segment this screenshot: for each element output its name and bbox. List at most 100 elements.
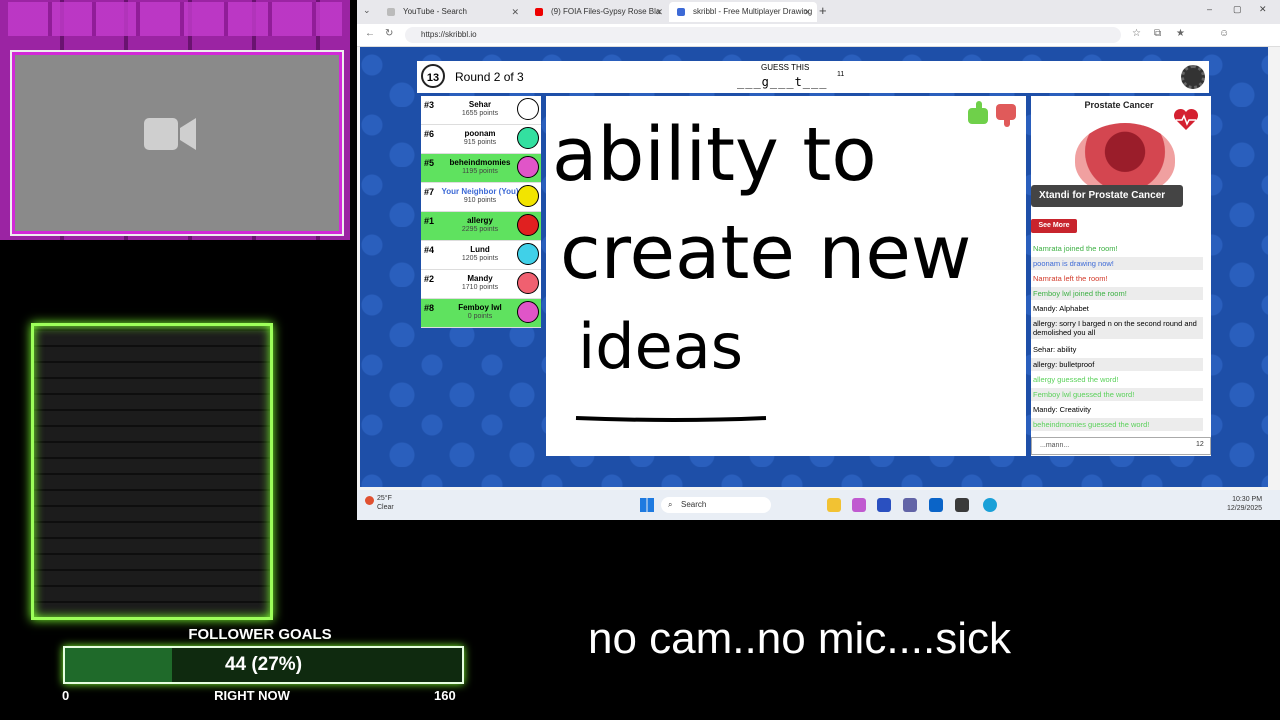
minimize-icon[interactable]: – <box>1207 4 1212 14</box>
heart-icon <box>1173 108 1199 130</box>
profile-icon[interactable]: ☺ <box>1219 28 1229 39</box>
player-points: 1195 points <box>462 168 498 175</box>
chat-input[interactable]: ...mann... <box>1031 437 1211 455</box>
close-window-icon[interactable]: ✕ <box>1259 4 1267 15</box>
player-name: Your Neighbor (You) <box>441 187 519 196</box>
goal-max: 160 <box>434 688 456 703</box>
favorites-icon[interactable]: ★ <box>1176 28 1185 39</box>
round-indicator: Round 2 of 3 <box>455 70 524 84</box>
player-row[interactable]: #3 Sehar 1655 points <box>421 96 541 125</box>
file-explorer-icon[interactable] <box>827 498 841 512</box>
player-points: 1205 points <box>461 255 499 262</box>
windows-start-icon[interactable] <box>640 498 654 512</box>
player-avatar <box>517 185 539 207</box>
chat-message: Namrata left the room! <box>1033 274 1108 283</box>
player-points: 915 points <box>463 139 497 146</box>
drawn-line-2: create new <box>560 210 971 296</box>
new-tab-icon[interactable]: + <box>819 3 827 18</box>
chat-message: Sehar: ability <box>1033 345 1077 354</box>
outlook-icon[interactable] <box>929 498 943 512</box>
player-avatar <box>517 127 539 149</box>
teams-icon[interactable] <box>903 498 917 512</box>
player-row[interactable]: #6 poonam 915 points <box>421 125 541 154</box>
taskbar-clock[interactable]: 10:30 PM 12/29/2025 <box>1227 495 1262 513</box>
thumbs-down-icon[interactable] <box>996 104 1016 127</box>
word-hint: ___g___t___ <box>737 75 828 89</box>
player-points: 910 points <box>463 197 497 204</box>
address-bar: ← ↻ https://skribbl.io ☆ ⧉ ★ ☺ <box>357 24 1280 47</box>
follower-goals-title: FOLLOWER GOALS <box>188 626 332 643</box>
player-avatar <box>517 214 539 236</box>
copilot-icon[interactable] <box>852 498 866 512</box>
drawn-line-1: ability to <box>552 112 877 198</box>
webcam-placeholder <box>10 50 344 236</box>
player-row[interactable]: #8 Femboy lwl 0 points <box>421 299 541 328</box>
player-row[interactable]: #5 beheindmomies 1195 points <box>421 154 541 183</box>
video-camera-icon <box>144 118 196 150</box>
player-row[interactable]: #4 Lund 1205 points <box>421 241 541 270</box>
close-icon[interactable]: ✕ <box>511 2 519 22</box>
tab-skribbl[interactable]: skribbl - Free Multiplayer Drawing ✕ <box>669 2 817 22</box>
chat-message: Namrata joined the room! <box>1033 244 1118 253</box>
player-avatar <box>517 272 539 294</box>
player-name: Mandy <box>467 274 493 283</box>
drawn-line-3: ideas <box>578 310 743 383</box>
tab-foia[interactable]: (9) FOIA Files-Gypsy Rose Bla ✕ <box>527 2 669 22</box>
player-name: beheindmomies <box>449 158 511 167</box>
goal-min: 0 <box>62 688 70 703</box>
player-points: 0 points <box>467 313 493 320</box>
date: 12/29/2025 <box>1227 505 1263 512</box>
chat-message: beheindmomies guessed the word! <box>1031 418 1203 431</box>
player-rank: #5 <box>424 158 435 168</box>
player-row[interactable]: #1 allergy 2295 points <box>421 212 541 241</box>
vote-icons <box>968 101 1016 127</box>
player-row[interactable]: #7 Your Neighbor (You) 910 points <box>421 183 541 212</box>
extensions-icon[interactable]: ⧉ <box>1154 28 1161 39</box>
player-row[interactable]: #2 Mandy 1710 points <box>421 270 541 299</box>
chat-message: allergy guessed the word! <box>1033 375 1119 384</box>
timer-clock: 13 <box>421 64 445 88</box>
tab-title: (9) FOIA Files-Gypsy Rose Bla <box>551 7 661 16</box>
edge-icon[interactable] <box>983 498 997 512</box>
follower-goal-value: 44 (27%) <box>224 654 303 675</box>
player-points: 1655 points <box>461 110 499 117</box>
windows-taskbar: 25°F Clear ⌕ Search 10:30 PM 12/29/2025 <box>357 490 1280 520</box>
webcam-frame-top <box>8 2 342 36</box>
favorite-star-icon[interactable]: ☆ <box>1132 28 1141 39</box>
time: 10:30 PM <box>1232 496 1263 503</box>
pen-app-icon[interactable] <box>877 498 891 512</box>
tab-youtube[interactable]: YouTube - Search ✕ <box>379 2 525 22</box>
app-icon[interactable] <box>955 498 969 512</box>
refresh-icon[interactable]: ↻ <box>385 28 393 39</box>
back-icon[interactable]: ← <box>365 28 375 39</box>
player-name: allergy <box>467 216 493 225</box>
goal-label: RIGHT NOW <box>214 688 290 703</box>
ad-see-more-button[interactable]: See More <box>1031 219 1077 233</box>
word-length: 11 <box>837 71 845 78</box>
player-avatar <box>517 98 539 120</box>
drawing-canvas[interactable]: ability to create new ideas <box>546 96 1026 456</box>
maximize-icon[interactable]: ▢ <box>1233 4 1242 15</box>
taskbar-search[interactable]: ⌕ Search <box>661 497 771 513</box>
chat-message: Mandy: Alphabet <box>1033 304 1089 313</box>
browser-tab-bar: ⌄ YouTube - Search ✕ (9) FOIA Files-Gyps… <box>357 0 1280 24</box>
tab-actions-icon[interactable]: ⌄ <box>363 5 371 16</box>
gear-icon[interactable] <box>1181 65 1205 89</box>
skribbl-game-area: 13 Round 2 of 3 GUESS THIS ___g___t___ 1… <box>360 47 1268 487</box>
close-icon[interactable]: ✕ <box>803 2 811 22</box>
screen-capture: ⌄ YouTube - Search ✕ (9) FOIA Files-Gyps… <box>357 0 1280 520</box>
player-rank: #1 <box>424 216 435 226</box>
guess-label: GUESS THIS <box>761 63 810 72</box>
ad-banner[interactable]: Xtandi for Prostate Cancer <box>1031 185 1183 207</box>
weather-widget[interactable]: 25°F Clear <box>377 494 394 512</box>
thumbs-up-icon[interactable] <box>968 101 988 124</box>
follower-goal-bar: 44 (27%) <box>63 646 464 684</box>
player-rank: #8 <box>424 303 435 313</box>
url-field[interactable]: https://skribbl.io <box>405 27 1121 43</box>
close-icon[interactable]: ✕ <box>655 2 663 22</box>
chat-message: allergy: sorry I barged n on the second … <box>1031 317 1203 339</box>
player-name: poonam <box>464 129 496 138</box>
search-label: Search <box>681 500 707 509</box>
skribbl-favicon-icon <box>677 8 685 16</box>
player-name: Sehar <box>468 100 492 109</box>
